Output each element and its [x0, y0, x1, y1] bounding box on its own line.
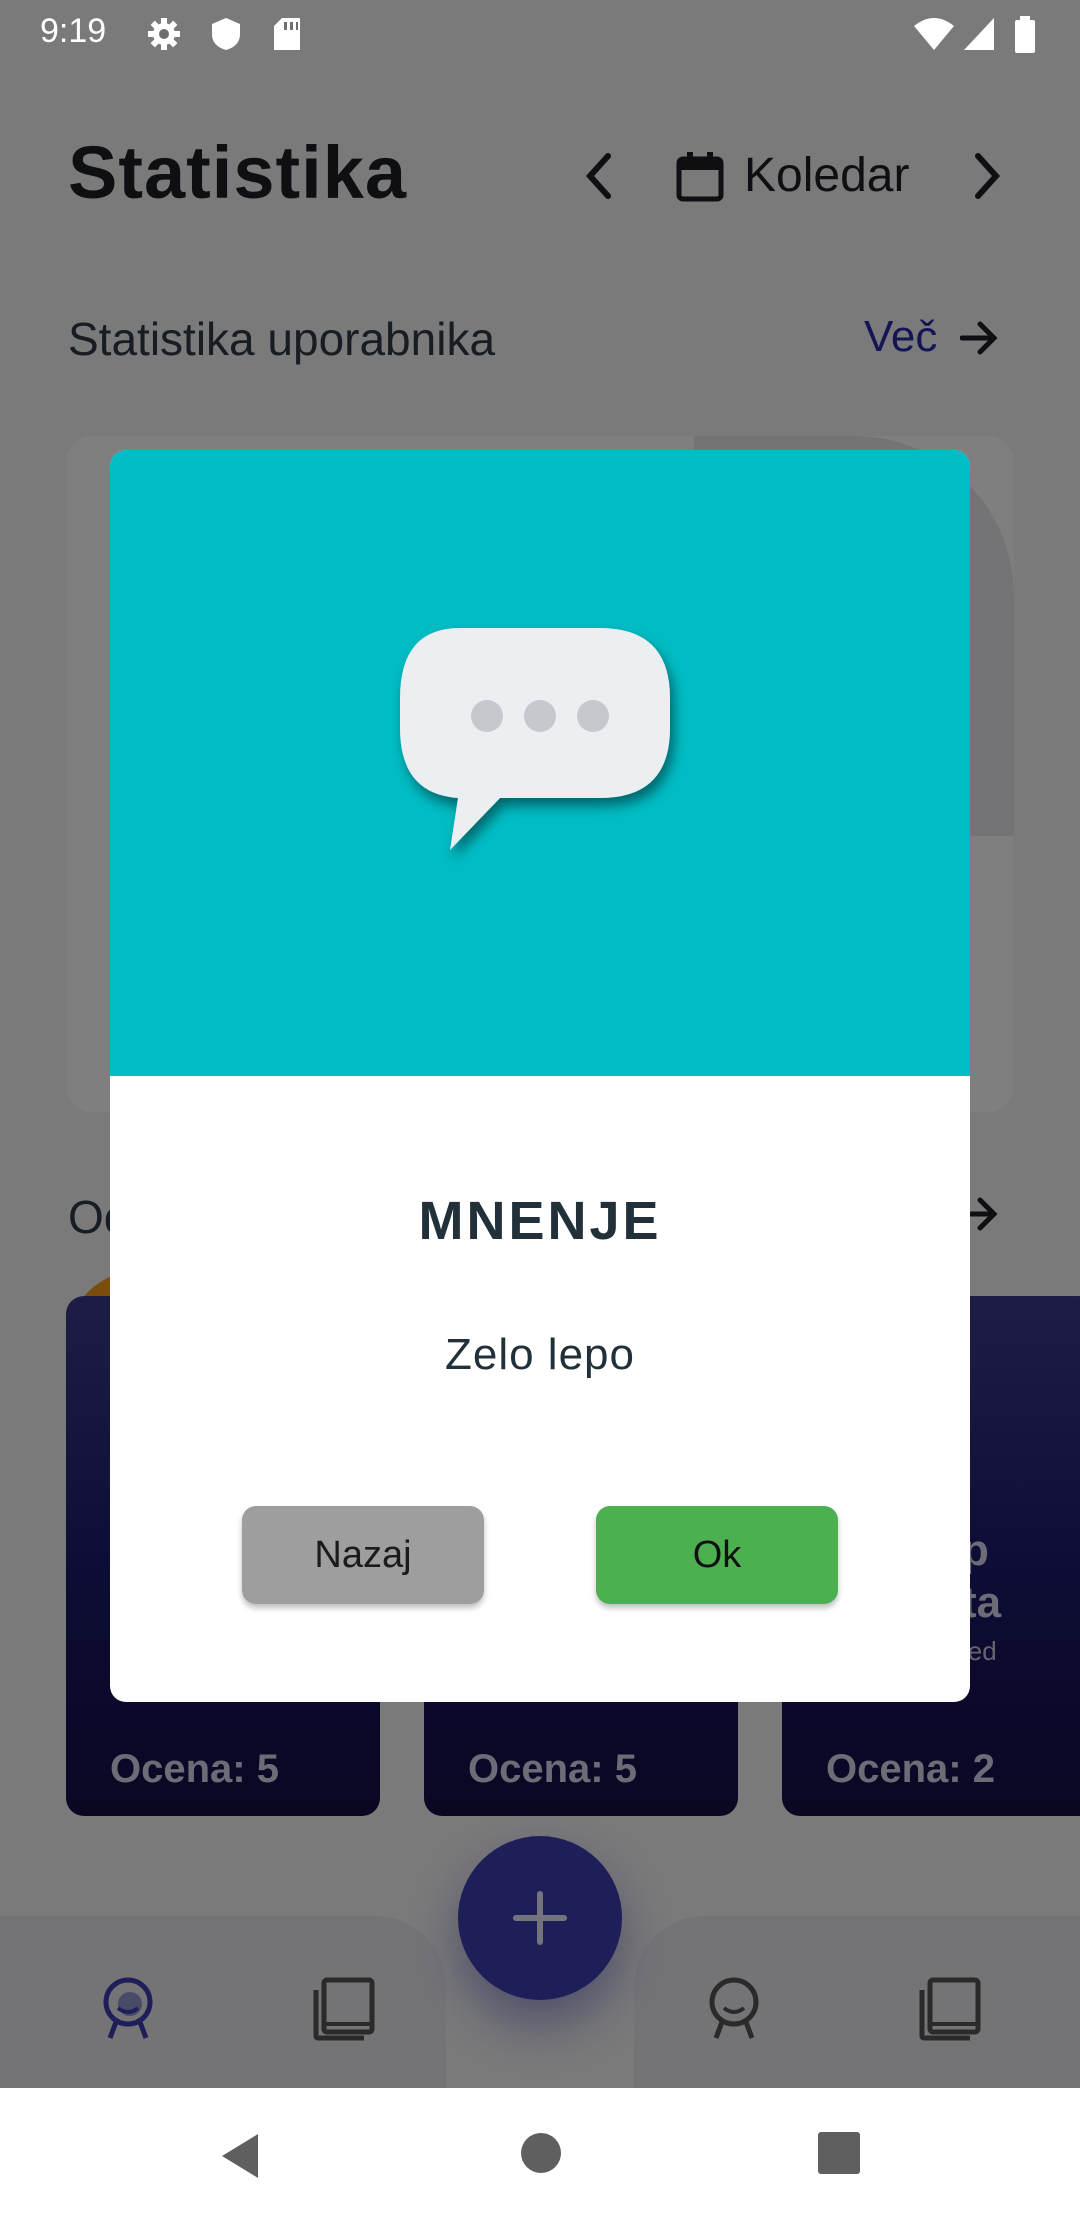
signal-icon: [964, 18, 994, 50]
shield-icon: [212, 18, 240, 50]
system-navigation-bar: [0, 2088, 1080, 2220]
app-screen: Statistika Koledar Statistika uporabnika…: [0, 0, 1080, 2220]
wifi-icon: [914, 18, 954, 50]
back-button[interactable]: Nazaj: [242, 1506, 484, 1604]
status-bar: 9:19: [0, 0, 1080, 66]
chat-bubble-icon: [400, 628, 670, 850]
dialog-title: MNENJE: [418, 1191, 662, 1251]
back-icon[interactable]: [218, 2132, 262, 2180]
gear-icon: [148, 18, 180, 50]
sd-card-icon: [274, 18, 300, 50]
home-icon[interactable]: [520, 2132, 562, 2174]
battery-icon: [1015, 16, 1035, 53]
dialog-header: [110, 450, 970, 1076]
ok-button[interactable]: Ok: [596, 1506, 838, 1604]
status-time: 9:19: [40, 12, 107, 50]
recents-icon[interactable]: [818, 2132, 860, 2174]
feedback-dialog: MNENJE Zelo lepo Nazaj Ok: [110, 450, 970, 1702]
dialog-message: Zelo lepo: [444, 1330, 635, 1379]
